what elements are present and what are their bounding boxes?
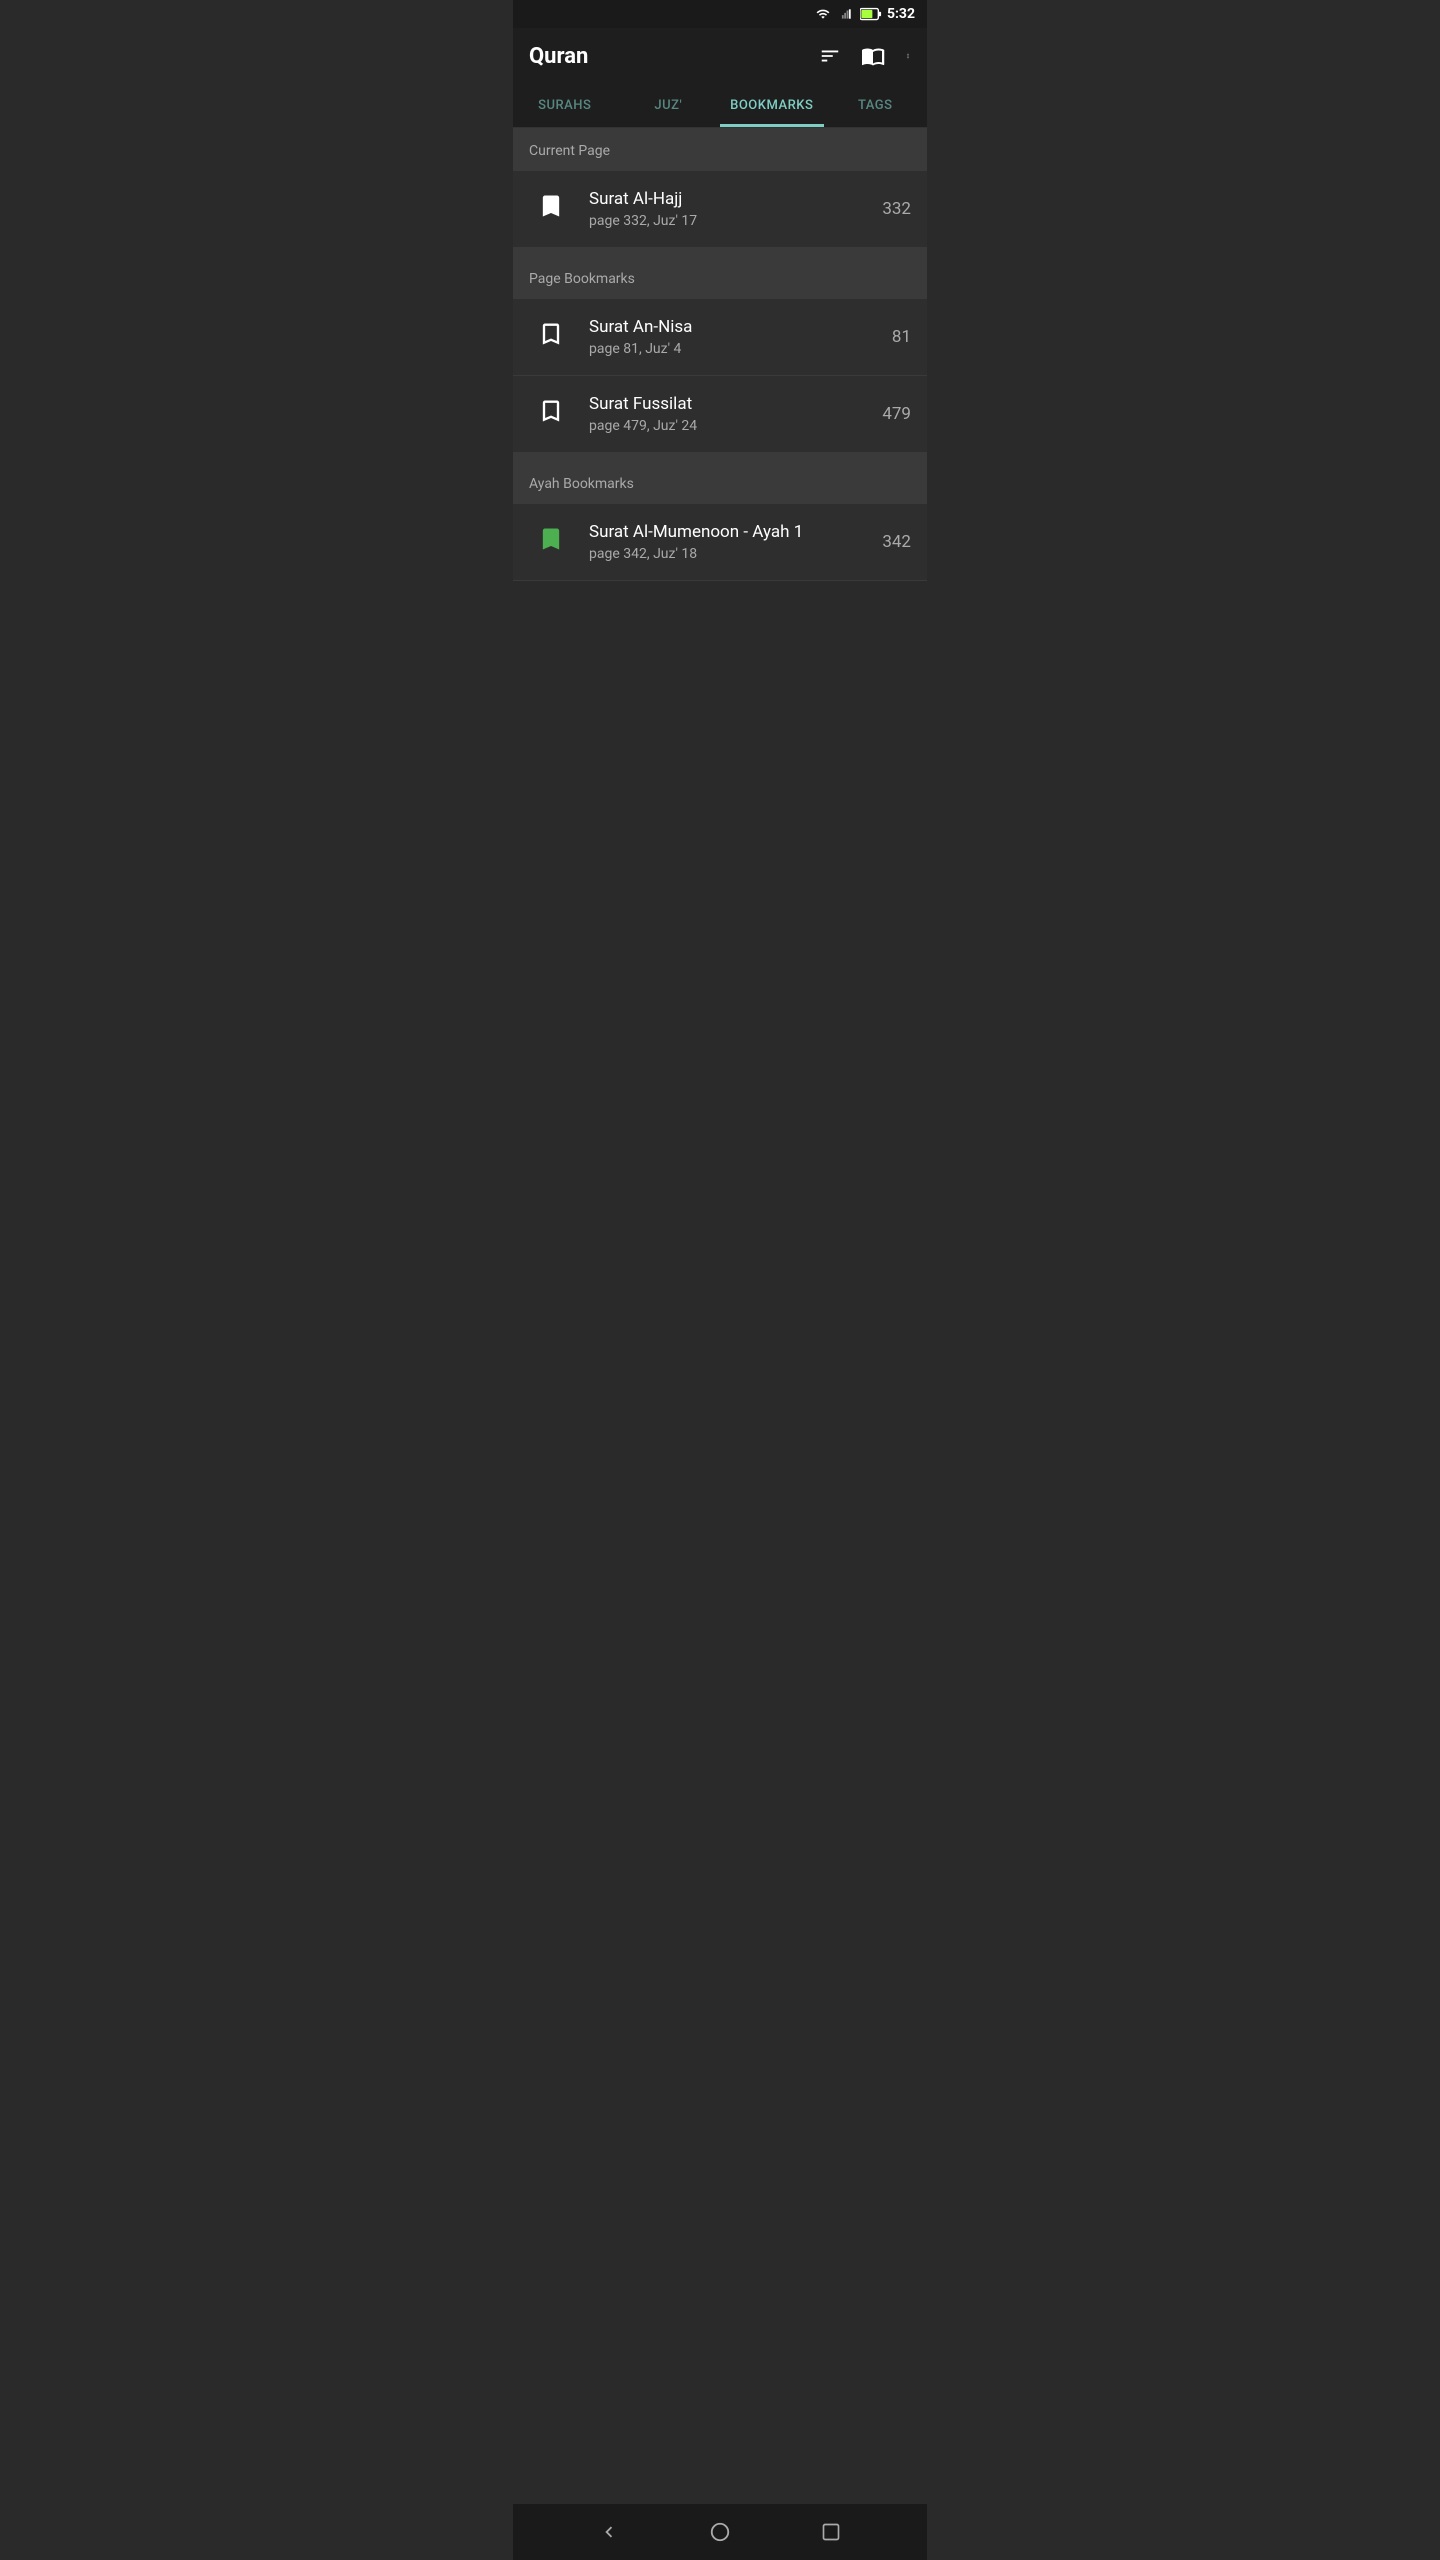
section-divider (513, 248, 927, 256)
bookmark-page-number: 342 (882, 532, 911, 552)
content-area: Current Page Surat Al-Hajj page 332, Juz… (513, 128, 927, 2504)
signal-icon (837, 7, 855, 21)
bookmark-info: Surat Fussilat page 479, Juz' 24 (589, 394, 870, 434)
bookmark-icon-container (529, 315, 573, 359)
bookmark-page-number: 81 (892, 327, 911, 347)
bookmark-page-number: 332 (882, 199, 911, 219)
status-icons: 5:32 (814, 6, 915, 22)
back-button[interactable] (585, 2508, 633, 2556)
app-bar-actions (819, 44, 911, 68)
tab-tags[interactable]: TAGS (824, 84, 928, 127)
bookmark-icon-container (529, 392, 573, 436)
list-item[interactable]: Surat Fussilat page 479, Juz' 24 479 (513, 376, 927, 453)
status-time: 5:32 (887, 6, 915, 22)
ayah-bookmarks-header: Ayah Bookmarks (513, 461, 927, 504)
bookmark-title: Surat Fussilat (589, 394, 870, 414)
tab-juz[interactable]: JUZ' (617, 84, 721, 127)
book-icon[interactable] (861, 44, 885, 68)
bookmark-subtitle: page 479, Juz' 24 (589, 418, 870, 434)
home-button[interactable] (696, 2508, 744, 2556)
bookmark-info: Surat An-Nisa page 81, Juz' 4 (589, 317, 880, 357)
list-item[interactable]: Surat Al-Hajj page 332, Juz' 17 332 (513, 171, 927, 248)
bookmark-page-number: 479 (882, 404, 911, 424)
ayah-bookmarks-label: Ayah Bookmarks (529, 476, 634, 492)
bookmark-title: Surat Al-Hajj (589, 189, 870, 209)
bookmark-title: Surat Al-Mumenoon - Ayah 1 (589, 522, 870, 542)
recent-apps-button[interactable] (807, 2508, 855, 2556)
bookmark-outline-icon (537, 395, 565, 434)
tab-surahs[interactable]: SURAHS (513, 84, 617, 127)
app-bar: Quran (513, 28, 927, 84)
app-title: Quran (529, 44, 588, 69)
more-options-icon[interactable] (905, 45, 911, 67)
status-bar: 5:32 (513, 0, 927, 28)
bookmark-outline-icon (537, 318, 565, 357)
battery-icon (860, 7, 882, 21)
section-divider (513, 453, 927, 461)
wifi-icon (814, 7, 832, 21)
bookmark-subtitle: page 342, Juz' 18 (589, 546, 870, 562)
bookmark-filled-icon (537, 190, 565, 229)
tab-bookmarks[interactable]: BOOKMARKS (720, 84, 824, 127)
bookmark-icon-container (529, 187, 573, 231)
bottom-nav (513, 2504, 927, 2560)
bookmark-info: Surat Al-Hajj page 332, Juz' 17 (589, 189, 870, 229)
bookmark-title: Surat An-Nisa (589, 317, 880, 337)
current-page-label: Current Page (529, 143, 610, 159)
bookmark-green-icon (537, 523, 565, 562)
page-bookmarks-header: Page Bookmarks (513, 256, 927, 299)
bookmark-subtitle: page 81, Juz' 4 (589, 341, 880, 357)
bookmark-info: Surat Al-Mumenoon - Ayah 1 page 342, Juz… (589, 522, 870, 562)
bookmark-icon-container (529, 520, 573, 564)
page-bookmarks-label: Page Bookmarks (529, 271, 635, 287)
list-item[interactable]: Surat Al-Mumenoon - Ayah 1 page 342, Juz… (513, 504, 927, 581)
tabs-container: SURAHS JUZ' BOOKMARKS TAGS (513, 84, 927, 128)
filter-icon[interactable] (819, 45, 841, 67)
bookmark-subtitle: page 332, Juz' 17 (589, 213, 870, 229)
current-page-header: Current Page (513, 128, 927, 171)
list-item[interactable]: Surat An-Nisa page 81, Juz' 4 81 (513, 299, 927, 376)
